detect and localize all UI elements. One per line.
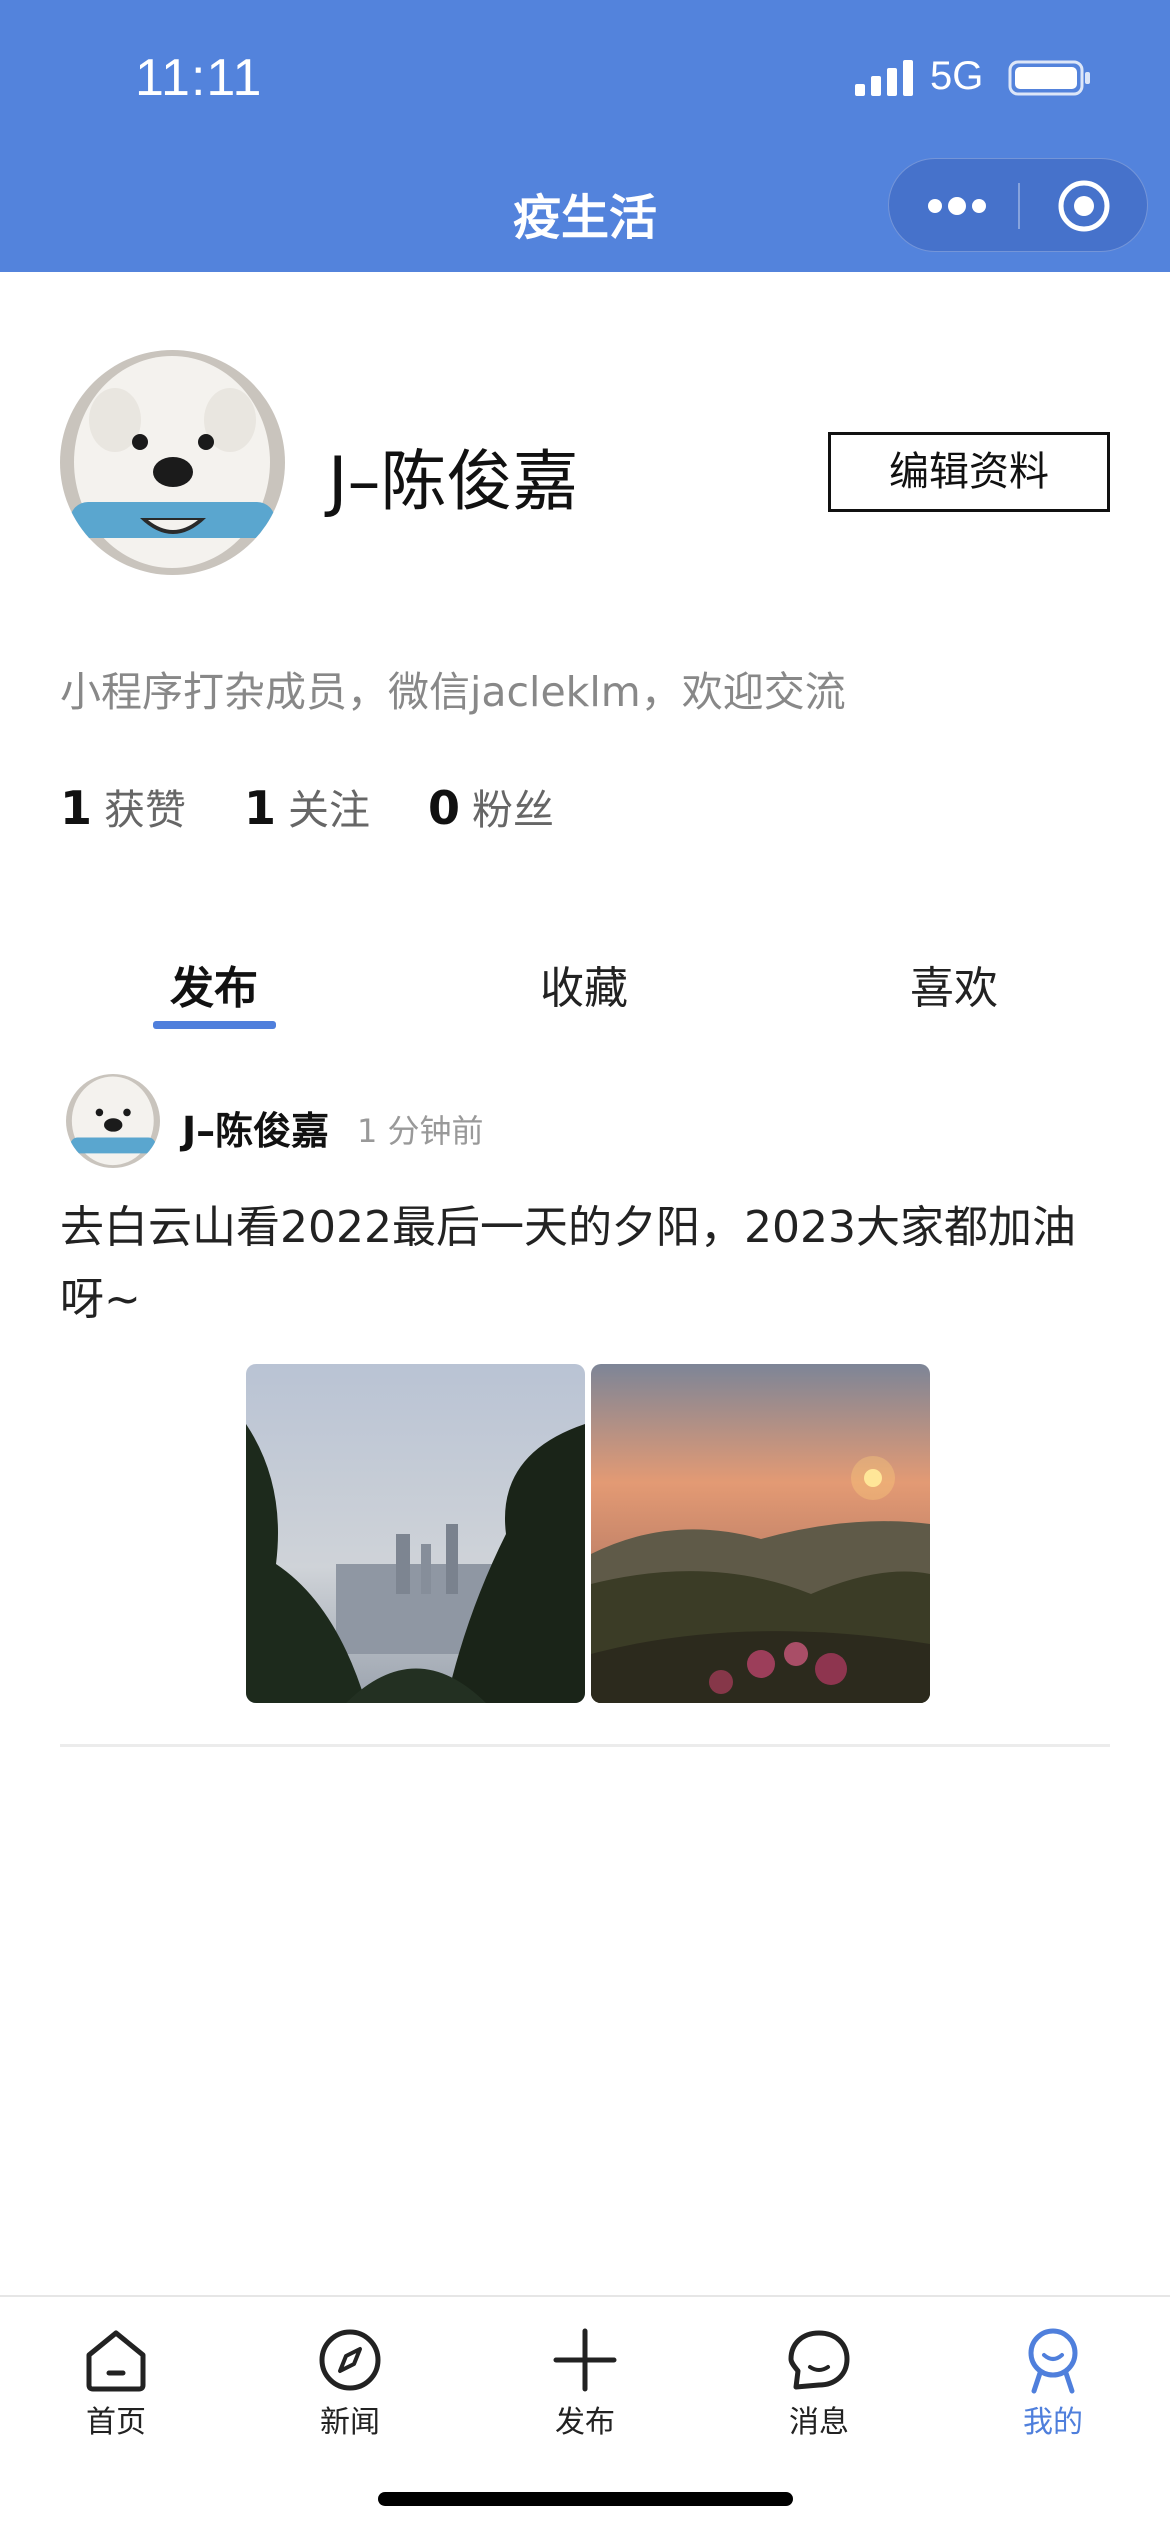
more-icon[interactable] — [925, 185, 989, 227]
tabbar-item-messages[interactable]: 消息 — [749, 2325, 889, 2441]
capsule-divider — [1018, 183, 1020, 229]
close-target-icon[interactable] — [1057, 179, 1111, 233]
signal-icon — [855, 60, 913, 96]
tabbar-label: 发布 — [555, 2405, 615, 2440]
stat-likes[interactable]: 1 获赞 — [60, 776, 186, 836]
plus-icon — [553, 2328, 617, 2392]
stat-value: 0 — [428, 781, 461, 835]
content-tabs: 发布 收藏 喜欢 — [0, 952, 1170, 1032]
header-bar: 11:11 5G 疫生活 — [0, 0, 1170, 272]
post-text[interactable]: 去白云山看2022最后一天的夕阳，2023大家都加油呀~ — [60, 1192, 1110, 1336]
tabbar-label: 新闻 — [320, 2405, 380, 2440]
profile-bio: 小程序打杂成员，微信jacleklm，欢迎交流 — [60, 668, 846, 716]
post-photo[interactable] — [591, 1364, 930, 1703]
tab-likes[interactable]: 喜欢 — [854, 952, 1054, 1016]
post-avatar[interactable] — [66, 1074, 160, 1168]
profile-icon — [1028, 2328, 1078, 2394]
mini-program-capsule — [888, 158, 1148, 252]
chat-icon — [788, 2330, 850, 2390]
home-icon — [86, 2330, 146, 2392]
profile-stats: 1 获赞 1 关注 0 粉丝 — [60, 776, 598, 836]
tabbar-item-home[interactable]: 首页 — [46, 2325, 186, 2441]
tabbar-label: 首页 — [86, 2405, 146, 2440]
home-indicator[interactable] — [378, 2492, 793, 2506]
post-author[interactable]: J–陈俊嘉 — [182, 1100, 329, 1155]
stat-value: 1 — [60, 781, 93, 835]
post-timestamp: 1 分钟前 — [357, 1112, 484, 1150]
stat-followers[interactable]: 0 粉丝 — [428, 776, 554, 836]
network-type: 5G — [930, 54, 984, 98]
stat-label: 关注 — [288, 786, 371, 834]
battery-icon — [1008, 60, 1090, 96]
tab-active-indicator — [153, 1021, 276, 1029]
stat-label: 粉丝 — [472, 786, 555, 834]
profile-name: J–陈俊嘉 — [328, 443, 579, 520]
tabbar-item-publish[interactable]: 发布 — [515, 2325, 655, 2441]
post-photo[interactable] — [246, 1364, 585, 1703]
stat-following[interactable]: 1 关注 — [244, 776, 370, 836]
tabbar-label: 我的 — [1023, 2405, 1083, 2440]
compass-icon — [319, 2329, 381, 2391]
status-time: 11:11 — [135, 49, 263, 107]
tabbar-item-me[interactable]: 我的 — [983, 2325, 1123, 2441]
edit-profile-button[interactable]: 编辑资料 — [828, 432, 1110, 512]
avatar[interactable] — [60, 350, 285, 575]
stat-value: 1 — [244, 781, 277, 835]
tabbar-label: 消息 — [789, 2405, 849, 2440]
stat-label: 获赞 — [104, 786, 187, 834]
tab-favorites[interactable]: 收藏 — [484, 952, 684, 1016]
tab-posts[interactable]: 发布 — [114, 952, 314, 1016]
tabbar-item-news[interactable]: 新闻 — [280, 2325, 420, 2441]
post-divider — [60, 1744, 1110, 1747]
